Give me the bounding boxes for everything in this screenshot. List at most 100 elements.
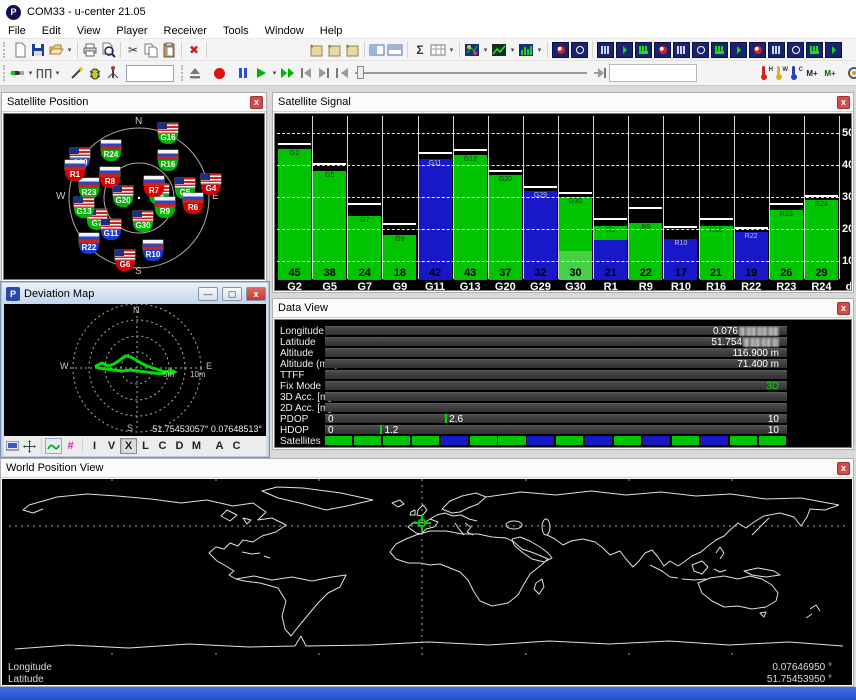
menu-item-window[interactable]: Window [257, 25, 312, 37]
close-icon[interactable]: x [837, 462, 850, 475]
step-back-button[interactable] [297, 64, 315, 82]
menu-item-help[interactable]: Help [312, 25, 351, 37]
statistics-sigma-icon[interactable]: Σ [411, 41, 429, 59]
slider-thumb[interactable] [357, 66, 364, 79]
toolbar-grip[interactable] [181, 65, 183, 81]
world-position-view-icon[interactable] [806, 42, 823, 58]
coldstart-button[interactable]: C [788, 65, 803, 81]
deviation-zoom-v-button[interactable]: V [103, 438, 120, 454]
satellite-R16[interactable]: R16 [158, 150, 178, 171]
baudrate-icon[interactable]: ∏∏ [35, 64, 53, 82]
docking-windows-icon[interactable] [552, 42, 569, 58]
satellite-R23[interactable]: R23 [79, 178, 99, 199]
close-icon[interactable]: x [250, 96, 263, 109]
satellite-R10[interactable]: R10 [143, 240, 163, 261]
maximize-icon[interactable]: ▢ [222, 287, 242, 301]
pause-button[interactable] [234, 64, 252, 82]
fast-forward-button[interactable] [279, 64, 297, 82]
statistic-view-icon[interactable] [673, 42, 690, 58]
baudrate-dropdown-icon[interactable]: ▾ [53, 69, 62, 77]
deviation-mode-a0-button[interactable]: A [211, 438, 228, 454]
playback-position-slider[interactable] [355, 65, 587, 81]
menu-item-file[interactable]: File [0, 25, 34, 37]
menu-item-receiver[interactable]: Receiver [156, 25, 215, 37]
print-preview-icon[interactable] [99, 41, 117, 59]
tile-horizontal-icon[interactable] [368, 41, 386, 59]
show-track-button[interactable] [45, 438, 62, 454]
sky-view-icon[interactable] [692, 42, 709, 58]
snapshot-button[interactable] [4, 438, 21, 454]
full-screen-icon[interactable] [825, 42, 842, 58]
eject-button[interactable] [186, 64, 204, 82]
deviation-map-titlebar[interactable]: P Deviation Map — ▢ x [3, 283, 267, 304]
chart-view-dropdown-icon[interactable]: ▾ [481, 46, 490, 54]
debug-messages-icon[interactable] [86, 64, 104, 82]
deviation-zoom-m-button[interactable]: M [188, 438, 205, 454]
close-icon[interactable]: x [837, 96, 850, 109]
open-file-icon[interactable] [47, 41, 65, 59]
playback-time-field[interactable] [609, 64, 697, 82]
satellite-R7[interactable]: R7 [144, 176, 164, 197]
bar-chart-dropdown-icon[interactable]: ▾ [535, 46, 544, 54]
menu-item-view[interactable]: View [69, 25, 109, 37]
connect-dropdown-icon[interactable]: ▾ [26, 69, 35, 77]
satellite-G11[interactable]: G11 [101, 219, 121, 240]
binary-console-icon[interactable] [597, 42, 614, 58]
deviation-zoom-i-button[interactable]: I [86, 438, 103, 454]
packet-console-icon[interactable] [571, 42, 588, 58]
satellite-R6[interactable]: R6 [183, 193, 203, 214]
menu-item-player[interactable]: Player [108, 25, 155, 37]
cut-icon[interactable]: ✂ [124, 41, 142, 59]
delete-icon[interactable]: ✖ [185, 41, 203, 59]
history-chart-dropdown-icon[interactable]: ▾ [508, 46, 517, 54]
satellite-R22[interactable]: R22 [79, 233, 99, 254]
connect-receiver-icon[interactable] [8, 64, 26, 82]
deviation-zoom-d-button[interactable]: D [171, 438, 188, 454]
minimize-icon[interactable]: — [198, 287, 218, 301]
open-file-dropdown-icon[interactable]: ▾ [65, 46, 74, 54]
save-file-icon[interactable] [29, 41, 47, 59]
record-button[interactable] [210, 64, 228, 82]
close-icon[interactable]: x [246, 287, 266, 301]
taskbar-strip[interactable] [0, 687, 856, 700]
satellite-G30[interactable]: G30 [133, 211, 153, 232]
receiver-settings-icon[interactable] [845, 64, 856, 82]
satellite-G20[interactable]: G20 [113, 186, 133, 207]
deviation-mode-c1-button[interactable]: C [228, 438, 245, 454]
warmstart-button[interactable]: W [773, 65, 788, 81]
deviation-map-view-icon[interactable] [730, 42, 747, 58]
jump-to-end-button[interactable] [591, 64, 609, 82]
deviation-zoom-x-button[interactable]: X [120, 438, 137, 454]
message-view-icon[interactable] [635, 42, 652, 58]
menu-item-tools[interactable]: Tools [215, 25, 257, 37]
deviation-zoom-c-button[interactable]: C [154, 438, 171, 454]
table-view-dropdown-icon[interactable]: ▾ [447, 46, 456, 54]
log-open-icon[interactable]: * [325, 41, 343, 59]
show-grid-button[interactable]: # [62, 438, 79, 454]
player-file-combobox[interactable] [126, 65, 174, 82]
chart-view-icon[interactable] [463, 41, 481, 59]
jump-to-start-button[interactable] [333, 64, 351, 82]
satellite-R8[interactable]: R8 [100, 167, 120, 188]
close-icon[interactable]: x [837, 302, 850, 315]
copy-icon[interactable] [142, 41, 160, 59]
play-dropdown-icon[interactable]: ▾ [270, 69, 279, 77]
print-icon[interactable] [81, 41, 99, 59]
history-chart-icon[interactable] [490, 41, 508, 59]
paste-icon[interactable] [160, 41, 178, 59]
pan-move-button[interactable] [21, 438, 38, 454]
log-new-icon[interactable]: * [307, 41, 325, 59]
camera-view-icon[interactable] [768, 42, 785, 58]
map-view-icon[interactable] [749, 42, 766, 58]
satellite-R1[interactable]: R1 [65, 160, 85, 181]
menu-item-edit[interactable]: Edit [34, 25, 69, 37]
signal-view-icon[interactable] [711, 42, 728, 58]
hotstart-button[interactable]: H [758, 65, 773, 81]
satellite-G4[interactable]: G4 [201, 174, 221, 195]
configuration-view-icon[interactable] [654, 42, 671, 58]
clock-view-icon[interactable] [787, 42, 804, 58]
antenna-icon[interactable] [104, 64, 122, 82]
autobaud-wand-icon[interactable] [68, 64, 86, 82]
tile-vertical-icon[interactable] [386, 41, 404, 59]
message-add-icon[interactable]: M+ [803, 64, 821, 82]
